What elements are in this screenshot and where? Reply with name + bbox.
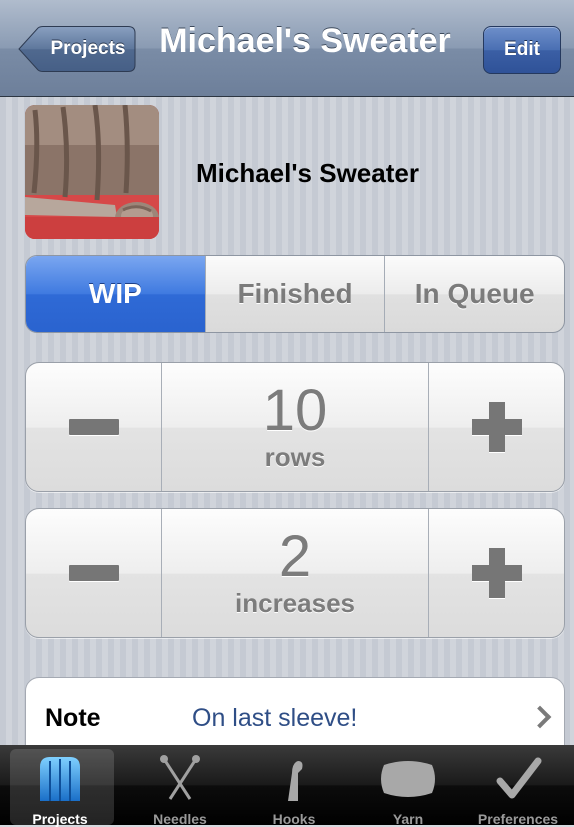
tab-preferences[interactable]: Preferences (462, 745, 574, 827)
minus-icon (68, 419, 119, 435)
tab-yarn[interactable]: Yarn (352, 745, 464, 827)
chevron-right-icon (528, 705, 552, 729)
tab-needles[interactable]: Needles (124, 745, 236, 827)
plus-icon (471, 402, 522, 452)
project-photo[interactable] (25, 105, 159, 239)
back-button-projects[interactable]: Projects (18, 26, 136, 72)
needles-icon (160, 755, 200, 800)
increases-increment-button[interactable] (429, 509, 564, 637)
segment-wip[interactable]: WIP (26, 256, 205, 332)
minus-icon (68, 565, 119, 581)
increases-count-unit: increases (235, 587, 355, 618)
note-value: On last sleeve! (192, 704, 358, 732)
rows-decrement-button[interactable] (26, 363, 161, 491)
status-segmented-control: WIP Finished In Queue (25, 255, 565, 333)
rows-count-unit: rows (264, 441, 326, 472)
increases-counter: 2 increases (25, 508, 565, 638)
rows-counter-display: 10 rows (161, 363, 429, 491)
tab-hooks[interactable]: Hooks (238, 745, 350, 827)
page-title: Michael's Sweater (159, 22, 451, 60)
projects-icon (40, 757, 80, 801)
sweater-photo-image (25, 105, 159, 239)
project-name: Michael's Sweater (196, 158, 419, 188)
rows-increment-button[interactable] (429, 363, 564, 491)
note-label: Note (45, 704, 101, 732)
segment-finished[interactable]: Finished (204, 256, 385, 332)
checkmark-icon (496, 757, 542, 799)
hook-icon (288, 761, 303, 801)
plus-icon (471, 548, 522, 598)
rows-count-value: 10 (262, 377, 328, 443)
back-button-label: Projects (50, 38, 126, 59)
increases-count-value: 2 (278, 523, 312, 589)
segment-in-queue[interactable]: In Queue (384, 256, 564, 332)
navigation-bar: Projects Michael's Sweater Edit (0, 0, 574, 97)
increases-decrement-button[interactable] (26, 509, 161, 637)
tab-bar: Projects Needles Hooks Yarn Preferences (0, 745, 574, 827)
increases-counter-display: 2 increases (161, 509, 429, 637)
edit-button[interactable]: Edit (483, 26, 561, 74)
rows-counter: 10 rows (25, 362, 565, 492)
yarn-icon (381, 761, 435, 797)
tab-projects[interactable]: Projects (4, 745, 116, 827)
